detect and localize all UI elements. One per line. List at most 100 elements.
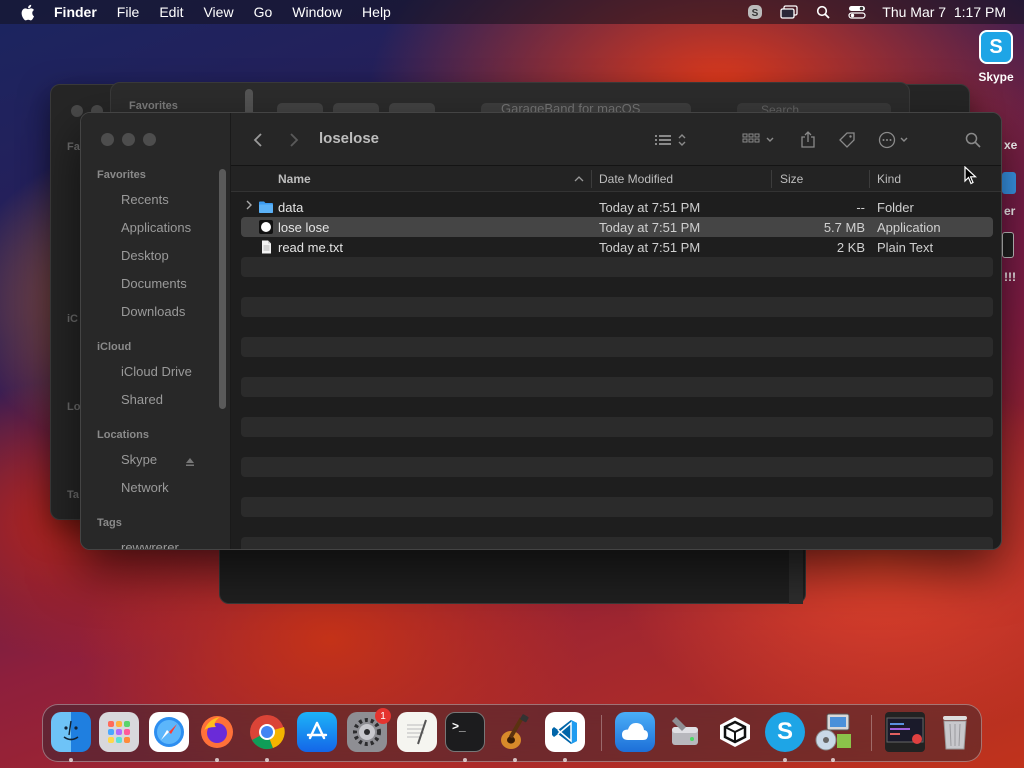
close-button[interactable]	[101, 133, 114, 146]
dock-icloud-icon[interactable]	[615, 712, 655, 752]
dock-disk-utility-icon[interactable]	[665, 712, 705, 752]
menu-edit[interactable]: Edit	[159, 4, 183, 20]
tags-button[interactable]	[837, 131, 857, 149]
column-size[interactable]: Size	[780, 172, 803, 186]
sidebar-item-documents[interactable]: Documents	[121, 276, 187, 291]
clipped-sidebar-label: Fa	[67, 141, 80, 153]
forward-button[interactable]	[287, 131, 301, 149]
spotlight-search-icon[interactable]	[814, 4, 832, 20]
screen-mirroring-icon[interactable]	[780, 4, 798, 20]
sidebar-scrollbar[interactable]	[219, 169, 226, 409]
empty-row	[241, 257, 993, 277]
sidebar-item-tag[interactable]: rewwrerer	[121, 540, 179, 549]
svg-text:S: S	[752, 8, 759, 19]
back-button[interactable]	[251, 131, 265, 149]
list-view-icon	[655, 134, 686, 146]
finder-window[interactable]: Favorites Recents Applications Desktop D…	[80, 112, 1002, 550]
menu-clock[interactable]: Thu Mar 7 1:17 PM	[882, 4, 1006, 20]
dock-finder-icon[interactable]	[51, 712, 91, 752]
file-date: Today at 7:51 PM	[599, 240, 701, 255]
running-indicator	[513, 758, 517, 762]
sidebar-item-shared[interactable]: Shared	[121, 392, 163, 407]
dock-vscode-icon[interactable]	[545, 712, 585, 752]
column-kind[interactable]: Kind	[877, 172, 901, 186]
sort-chevron-up-icon	[574, 176, 584, 182]
dock-terminal-icon[interactable]: >_	[445, 712, 485, 752]
column-header: Name Date Modified Size Kind	[231, 166, 1001, 192]
dock-app-store-icon[interactable]	[297, 712, 337, 752]
file-size: 5.7 MB	[823, 220, 865, 235]
desktop-skype-icon[interactable]: S Skype	[972, 30, 1020, 84]
share-icon	[801, 131, 815, 148]
control-center-icon[interactable]	[848, 4, 866, 20]
file-date: Today at 7:51 PM	[599, 220, 701, 235]
dock-skype-icon[interactable]: S	[765, 712, 805, 752]
running-indicator	[215, 758, 219, 762]
dock-system-settings-icon[interactable]: 1	[347, 708, 391, 752]
sidebar-section-icloud: iCloud	[97, 341, 132, 353]
empty-row	[241, 437, 993, 457]
menu-file[interactable]: File	[117, 4, 140, 20]
sidebar-item-recents[interactable]: Recents	[121, 192, 169, 207]
desktop-clipped-label: er	[1004, 204, 1016, 218]
background-window-bottom[interactable]	[219, 545, 806, 604]
empty-row	[241, 377, 993, 397]
file-row-lose-lose[interactable]: lose lose Today at 7:51 PM 5.7 MB Applic…	[241, 217, 993, 237]
dock-launchpad-icon[interactable]	[99, 712, 139, 752]
column-name[interactable]: Name	[278, 172, 311, 186]
column-date-modified[interactable]: Date Modified	[599, 172, 673, 186]
menu-go[interactable]: Go	[254, 4, 273, 20]
menu-help[interactable]: Help	[362, 4, 391, 20]
dock-textedit-icon[interactable]	[397, 712, 437, 752]
file-kind: Application	[877, 220, 941, 235]
dock-garageband-icon[interactable]	[495, 712, 535, 752]
desktop-skype-label: Skype	[978, 70, 1014, 84]
finder-sidebar: Favorites Recents Applications Desktop D…	[81, 113, 231, 549]
empty-row	[241, 397, 993, 417]
sidebar-item-skype[interactable]: Skype	[121, 452, 157, 467]
clipped-sidebar-label: Ta	[67, 489, 80, 501]
dock-firefox-icon[interactable]	[197, 712, 237, 752]
sidebar-item-applications[interactable]: Applications	[121, 220, 191, 235]
empty-row	[241, 357, 993, 377]
app-icon	[258, 220, 274, 234]
clipped-sidebar-label: iC	[67, 313, 78, 325]
menu-app-name[interactable]: Finder	[54, 4, 97, 20]
action-menu-button[interactable]	[877, 131, 915, 149]
share-button[interactable]	[799, 131, 817, 149]
skype-status-icon[interactable]: S	[746, 4, 764, 20]
menu-window[interactable]: Window	[292, 4, 342, 20]
apple-menu-icon[interactable]	[18, 3, 36, 21]
empty-row	[241, 277, 993, 297]
desktop-app-icon[interactable]	[1002, 232, 1014, 258]
dock-chrome-icon[interactable]	[247, 712, 287, 752]
search-button[interactable]	[963, 131, 983, 149]
scrollbar[interactable]	[789, 546, 803, 604]
disclosure-triangle-icon[interactable]	[245, 200, 255, 214]
minimize-button[interactable]	[122, 133, 135, 146]
running-indicator	[563, 758, 567, 762]
dock-trash-icon[interactable]	[935, 712, 975, 752]
file-row-read-me[interactable]: read me.txt Today at 7:51 PM 2 KB Plain …	[241, 237, 993, 257]
chevron-left-icon	[253, 133, 262, 147]
menu-view[interactable]: View	[203, 4, 233, 20]
dock-installer-icon[interactable]	[813, 712, 853, 752]
chevron-right-icon	[290, 133, 299, 147]
sidebar-item-downloads[interactable]: Downloads	[121, 304, 185, 319]
sidebar-item-desktop[interactable]: Desktop	[121, 248, 169, 263]
desktop-clipped-label: xe	[1004, 138, 1018, 152]
empty-row	[241, 477, 993, 497]
group-button[interactable]	[741, 131, 777, 149]
desktop-folder-icon[interactable]	[1002, 172, 1016, 194]
file-name: data	[278, 200, 304, 215]
zoom-button[interactable]	[143, 133, 156, 146]
view-options-button[interactable]	[651, 131, 691, 149]
eject-icon[interactable]	[185, 457, 195, 467]
dock-screen-recording-icon[interactable]	[885, 712, 925, 752]
sidebar-item-icloud-drive[interactable]: iCloud Drive	[121, 364, 192, 379]
dock-safari-icon[interactable]	[149, 712, 189, 752]
empty-row	[241, 457, 993, 477]
dock-ubiquiti-icon[interactable]	[715, 712, 755, 752]
sidebar-item-network[interactable]: Network	[121, 480, 169, 495]
file-row-data[interactable]: data Today at 7:51 PM -- Folder	[241, 197, 993, 217]
